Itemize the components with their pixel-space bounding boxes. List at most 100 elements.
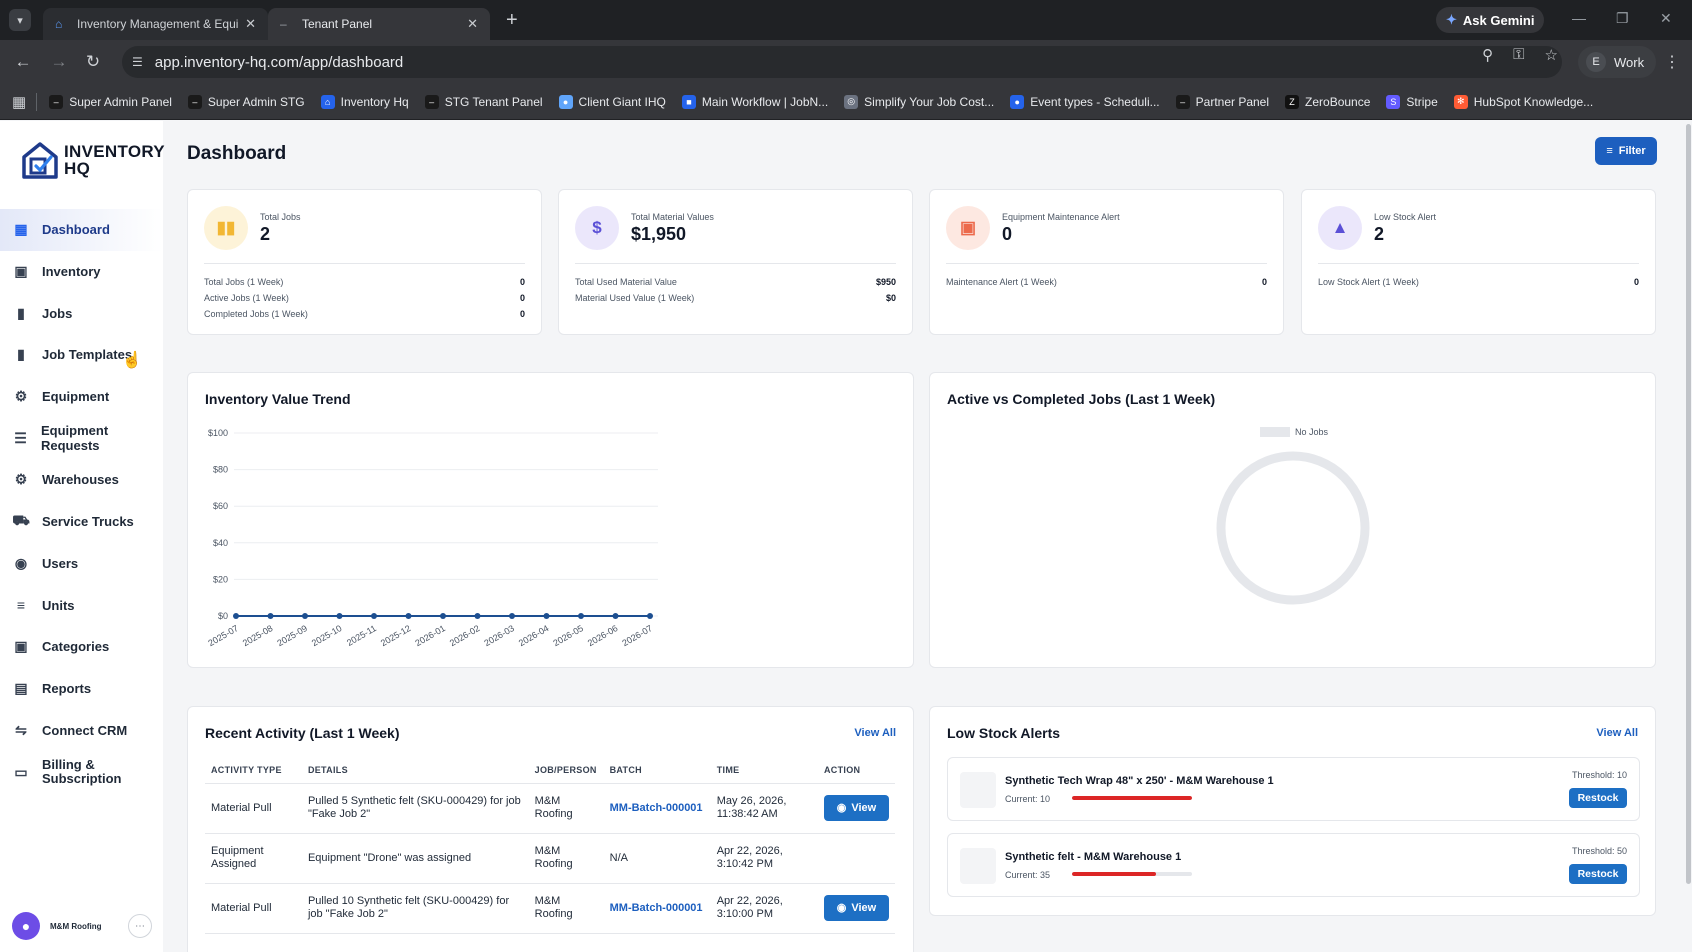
bookmark-item[interactable]: – STG Tenant Panel [424, 94, 543, 109]
x-tick-label: 2025-09 [275, 623, 309, 648]
page-scrollbar-thumb[interactable] [1686, 124, 1691, 884]
batch-link[interactable]: MM-Batch-000001 [603, 783, 711, 834]
minimize-icon[interactable]: — [1572, 10, 1586, 26]
url-bar[interactable]: ☰ app.inventory-hq.com/app/dashboard [122, 46, 1562, 78]
low-stock-title: Low Stock Alerts [947, 725, 1061, 741]
site-settings-icon[interactable]: ☰ [132, 55, 143, 69]
user-menu-icon[interactable]: ⋯ [128, 914, 152, 938]
sidebar-item-reports[interactable]: ▤ Reports [0, 668, 163, 710]
bookmark-item[interactable]: ⌂ Inventory Hq [320, 94, 409, 109]
y-tick-label: $100 [208, 428, 228, 438]
sidebar-item-units[interactable]: ≡ Units [0, 584, 163, 626]
stat-row: Total Used Material Value $950 [575, 277, 896, 287]
apps-grid-icon[interactable]: ▦ [12, 93, 26, 111]
x-tick-label: 2025-11 [345, 623, 378, 648]
stat-row: Total Jobs (1 Week) 0 [204, 277, 525, 287]
item-current: Current: 35 [1005, 870, 1051, 880]
bookmark-item[interactable]: ● Event types - Scheduli... [1010, 94, 1160, 109]
stock-level-bar [1072, 872, 1192, 876]
view-all-low-stock-link[interactable]: View All [1596, 727, 1638, 739]
sidebar-item-dashboard[interactable]: ▦ Dashboard [0, 209, 163, 251]
data-point [543, 613, 550, 619]
briefcase-icon: ▮ [17, 346, 25, 363]
column-header: ACTION [818, 757, 895, 784]
browser-tab-active[interactable]: – Tenant Panel ✕ [268, 8, 490, 40]
sidebar-item-label: Units [42, 597, 75, 613]
item-current: Current: 10 [1005, 794, 1051, 804]
profile-button[interactable]: E Work [1578, 46, 1657, 78]
activity-time: Apr 22, 2026, 3:10:00 PM [710, 883, 818, 934]
view-button[interactable]: ◉ View [824, 795, 889, 821]
close-icon[interactable]: ✕ [467, 16, 478, 32]
bookmark-label: HubSpot Knowledge... [1473, 94, 1594, 109]
stat-card-material-values: $ Total Material Values $1,950 Total Use… [558, 189, 913, 335]
brand-logo[interactable]: INVENTORY HQ [22, 141, 165, 179]
bookmark-item[interactable]: ✻ HubSpot Knowledge... [1453, 94, 1594, 109]
bookmark-item[interactable]: ● Client Giant IHQ [558, 94, 666, 109]
column-header: DETAILS [301, 757, 529, 784]
divider [1318, 263, 1639, 264]
sidebar-item-service-trucks[interactable]: ⛟ Service Trucks [0, 501, 163, 543]
dash-icon: – [424, 94, 439, 109]
bookmark-item[interactable]: ■ Main Workflow | JobN... [681, 94, 828, 109]
bookmark-item[interactable]: S Stripe [1386, 94, 1438, 109]
boxes-icon: ▣ [14, 263, 28, 280]
key-icon[interactable]: ⚿ [1513, 46, 1524, 64]
sidebar-item-categories[interactable]: ▣ Categories [0, 626, 163, 668]
bookmark-item[interactable]: – Partner Panel [1175, 94, 1269, 109]
ask-gemini-button[interactable]: ✦ Ask Gemini [1436, 7, 1545, 33]
user-profile[interactable]: ● M&M Roofing ⋯ [12, 911, 152, 941]
y-tick-label: $80 [213, 465, 228, 475]
sidebar-item-users[interactable]: ◉ Users [0, 543, 163, 585]
close-icon[interactable]: ✕ [245, 16, 256, 32]
star-icon[interactable]: ☆ [1545, 46, 1558, 64]
bookmark-item[interactable]: – Super Admin Panel [49, 94, 172, 109]
bookmark-item[interactable]: – Super Admin STG [187, 94, 305, 109]
x-tick-label: 2026-06 [586, 623, 620, 648]
batch-link[interactable]: MM-Batch-000001 [603, 883, 711, 934]
back-icon[interactable]: ← [12, 52, 34, 72]
sidebar-item-warehouses[interactable]: ⚙ Warehouses [0, 459, 163, 501]
sidebar: INVENTORY HQ ▦ Dashboard ▣ Inventory ▮ Jobs ▮ J… [0, 121, 165, 952]
low-stock-item: Synthetic felt - M&M Warehouse 1 Current… [947, 833, 1640, 897]
zb-icon: Z [1285, 94, 1300, 109]
x-tick-label: 2026-01 [413, 623, 447, 648]
stat-row: Active Jobs (1 Week) 0 [204, 293, 525, 303]
zoom-icon[interactable]: ⚲ [1482, 46, 1493, 64]
boxes-icon: ▣ [14, 638, 28, 655]
profile-avatar: E [1586, 52, 1606, 72]
restock-button[interactable]: Restock [1569, 864, 1627, 884]
filter-button[interactable]: ≡ Filter [1595, 137, 1657, 165]
stat-row-value: 0 [1633, 277, 1639, 287]
sidebar-item-inventory[interactable]: ▣ Inventory [0, 251, 163, 293]
view-button[interactable]: ◉ View [824, 895, 889, 921]
brand-name: INVENTORY HQ [64, 143, 165, 177]
restore-icon[interactable]: ❐ [1616, 10, 1629, 27]
sidebar-item-jobs[interactable]: ▮ Jobs [0, 292, 163, 334]
restock-button[interactable]: Restock [1569, 788, 1627, 808]
user-avatar: ● [12, 912, 40, 940]
close-window-icon[interactable]: ✕ [1660, 10, 1672, 27]
view-all-activity-link[interactable]: View All [854, 727, 896, 739]
list-icon: ☰ [14, 429, 27, 446]
sidebar-item-equipment-requests[interactable]: ☰ Equipment Requests [0, 417, 163, 459]
reload-icon[interactable]: ↻ [82, 52, 104, 72]
eye-icon: ◉ [836, 901, 847, 914]
bookmark-item[interactable]: Z ZeroBounce [1285, 94, 1370, 109]
forward-icon[interactable]: → [48, 52, 70, 72]
sidebar-item-connect-crm[interactable]: ⇋ Connect CRM [0, 709, 163, 751]
warning-icon: ▲ [1318, 206, 1362, 250]
sidebar-item-equipment[interactable]: ⚙ Equipment [0, 376, 163, 418]
bookmark-item[interactable]: ◎ Simplify Your Job Cost... [844, 94, 994, 109]
sidebar-item-billing-subscription[interactable]: ▭ Billing & Subscription [0, 751, 163, 793]
activity-details: Equipment "Drone" was assigned [301, 833, 529, 884]
more-menu-icon[interactable]: ⋮ [1664, 52, 1680, 72]
sidebar-item-label: Job Templates [42, 347, 133, 363]
browser-tab[interactable]: ⌂ Inventory Management & Equipm ✕ [43, 8, 268, 40]
new-tab-button[interactable]: + [506, 9, 518, 32]
toolbox-icon: ▣ [946, 206, 990, 250]
column-header: TIME [710, 757, 818, 784]
bookmark-label: Super Admin Panel [69, 94, 172, 109]
x-tick-label: 2026-03 [482, 623, 516, 648]
tab-search-button[interactable]: ▾ [9, 9, 31, 31]
